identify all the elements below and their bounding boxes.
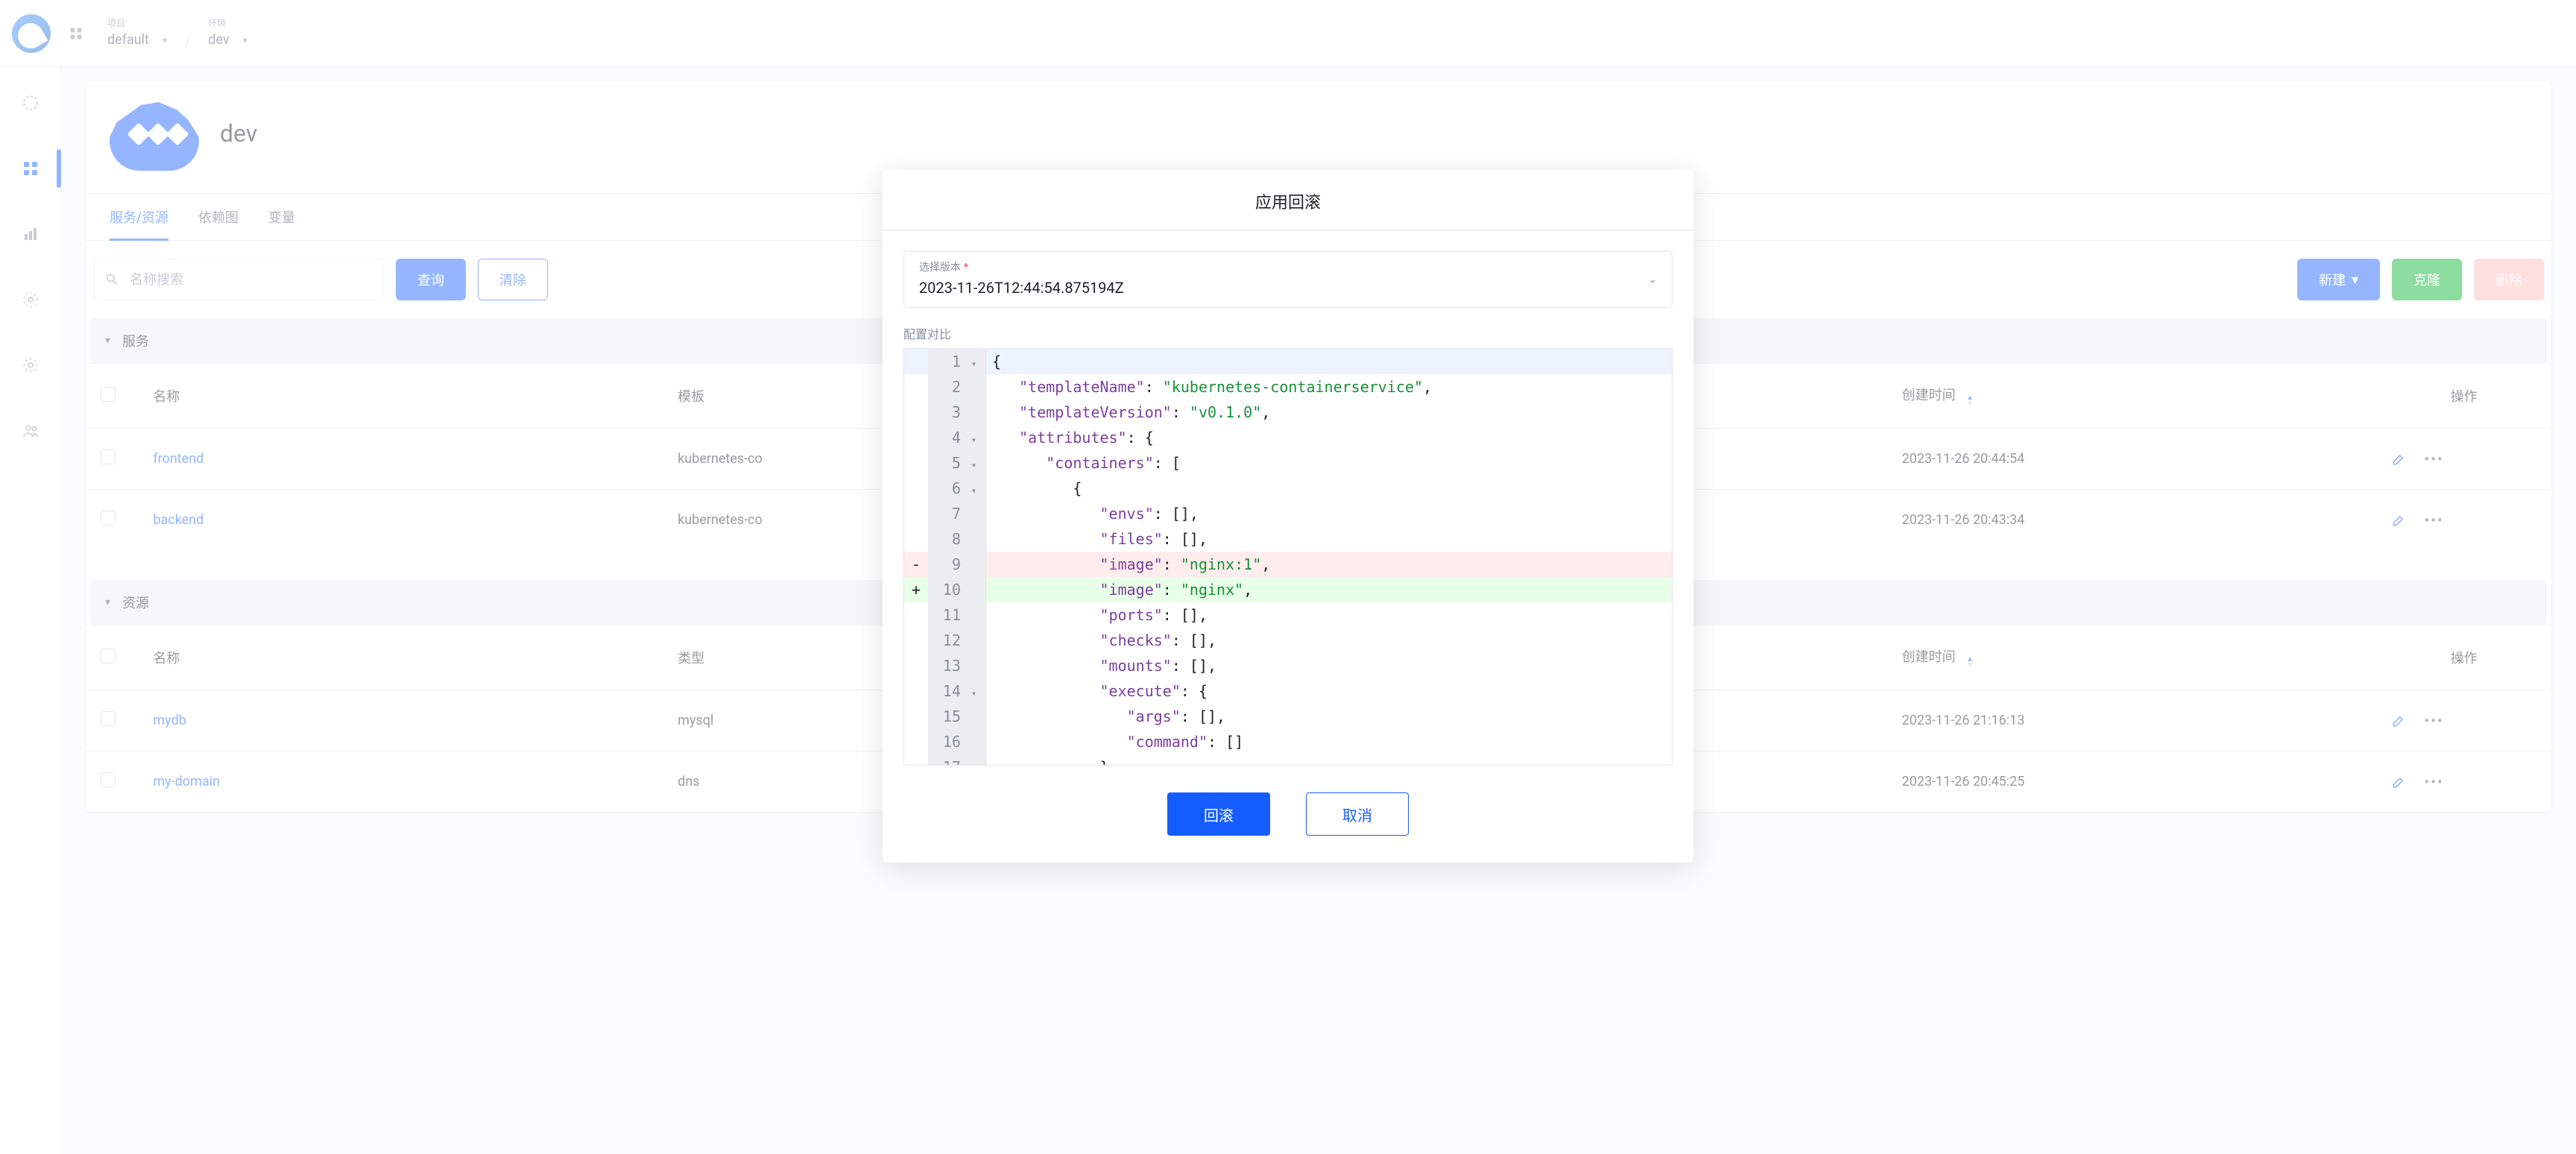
diff-lineno: 2 bbox=[928, 374, 962, 400]
diff-lineno: 10 bbox=[928, 577, 962, 602]
diff-sign bbox=[904, 400, 928, 425]
diff-sign bbox=[904, 374, 928, 400]
diff-lineno: 1 bbox=[928, 349, 962, 374]
diff-sign: + bbox=[904, 577, 928, 602]
fold-gutter[interactable]: ▾ bbox=[970, 349, 985, 374]
rollback-modal: 应用回滚 选择版本* 2023-11-26T12:44:54.875194Z ⌄… bbox=[883, 170, 1693, 863]
diff-sign bbox=[904, 729, 928, 754]
diff-code-line: "command": [] bbox=[986, 729, 1672, 754]
diff-sign bbox=[904, 425, 928, 450]
diff-sign bbox=[904, 653, 928, 678]
fold-gutter bbox=[970, 552, 985, 577]
diff-lineno: 6 bbox=[928, 476, 962, 501]
diff-code-line: "execute": { bbox=[986, 678, 1672, 704]
diff-code-line: "mounts": [], bbox=[986, 653, 1672, 678]
diff-lineno: 17 bbox=[928, 754, 962, 766]
modal-title: 应用回滚 bbox=[883, 170, 1693, 230]
modal-footer: 回滚 取消 bbox=[883, 772, 1693, 863]
diff-sign: - bbox=[904, 552, 928, 577]
diff-sign bbox=[904, 501, 928, 526]
diff-editor[interactable]: -+ 1234567891011121314151617 ▾▾▾▾▾ { "te… bbox=[903, 348, 1673, 766]
diff-lineno: 15 bbox=[928, 704, 962, 729]
fold-gutter bbox=[970, 602, 985, 628]
diff-sign bbox=[904, 476, 928, 501]
diff-code-line: { bbox=[986, 349, 1672, 374]
diff-code-line: }, bbox=[986, 754, 1672, 766]
fold-gutter bbox=[970, 754, 985, 766]
fold-gutter bbox=[970, 400, 985, 425]
diff-sign bbox=[904, 754, 928, 766]
fold-gutter bbox=[970, 501, 985, 526]
diff-code-line: "files": [], bbox=[986, 526, 1672, 552]
diff-sign bbox=[904, 678, 928, 704]
rollback-button[interactable]: 回滚 bbox=[1167, 792, 1270, 836]
diff-code-line: "args": [], bbox=[986, 704, 1672, 729]
diff-sign bbox=[904, 628, 928, 653]
diff-lineno: 11 bbox=[928, 602, 962, 628]
diff-lineno: 13 bbox=[928, 653, 962, 678]
fold-gutter bbox=[970, 526, 985, 552]
fold-gutter bbox=[970, 577, 985, 602]
diff-lineno: 16 bbox=[928, 729, 962, 754]
diff-lineno: 3 bbox=[928, 400, 962, 425]
diff-code-line: "templateName": "kubernetes-containerser… bbox=[986, 374, 1672, 400]
diff-code-line: "envs": [], bbox=[986, 501, 1672, 526]
diff-code-line: "checks": [], bbox=[986, 628, 1672, 653]
diff-sign bbox=[904, 450, 928, 476]
version-label: 选择版本 bbox=[919, 262, 961, 274]
diff-code-line: "templateVersion": "v0.1.0", bbox=[986, 400, 1672, 425]
diff-code-line: { bbox=[986, 476, 1672, 501]
modal-overlay[interactable]: 应用回滚 选择版本* 2023-11-26T12:44:54.875194Z ⌄… bbox=[0, 0, 2576, 1154]
fold-gutter bbox=[970, 653, 985, 678]
diff-code-line: "attributes": { bbox=[986, 425, 1672, 450]
diff-lineno: 4 bbox=[928, 425, 962, 450]
fold-gutter bbox=[970, 374, 985, 400]
diff-lineno: 9 bbox=[928, 552, 962, 577]
diff-lineno: 8 bbox=[928, 526, 962, 552]
fold-gutter[interactable]: ▾ bbox=[970, 476, 985, 501]
diff-code-line: "image": "nginx", bbox=[986, 577, 1672, 602]
diff-lineno: 12 bbox=[928, 628, 962, 653]
cancel-button[interactable]: 取消 bbox=[1306, 792, 1409, 836]
diff-sign bbox=[904, 526, 928, 552]
diff-sign bbox=[904, 602, 928, 628]
fold-gutter bbox=[970, 704, 985, 729]
chevron-down-icon: ⌄ bbox=[1648, 274, 1657, 286]
diff-code-line: "image": "nginx:1", bbox=[986, 552, 1672, 577]
diff-sign bbox=[904, 704, 928, 729]
fold-gutter[interactable]: ▾ bbox=[970, 678, 985, 704]
fold-gutter[interactable]: ▾ bbox=[970, 425, 985, 450]
fold-gutter bbox=[970, 729, 985, 754]
version-select[interactable]: 选择版本* 2023-11-26T12:44:54.875194Z ⌄ bbox=[903, 251, 1673, 308]
required-mark: * bbox=[964, 262, 968, 274]
modal-body: 选择版本* 2023-11-26T12:44:54.875194Z ⌄ 配置对比… bbox=[883, 230, 1693, 772]
diff-lineno: 5 bbox=[928, 450, 962, 476]
diff-sign bbox=[904, 349, 928, 374]
fold-gutter[interactable]: ▾ bbox=[970, 450, 985, 476]
diff-code-line: "ports": [], bbox=[986, 602, 1672, 628]
version-value: 2023-11-26T12:44:54.875194Z bbox=[919, 279, 1657, 297]
fold-gutter bbox=[970, 628, 985, 653]
diff-lineno: 14 bbox=[928, 678, 962, 704]
diff-label: 配置对比 bbox=[903, 324, 1673, 342]
diff-code-line: "containers": [ bbox=[986, 450, 1672, 476]
diff-lineno: 7 bbox=[928, 501, 962, 526]
